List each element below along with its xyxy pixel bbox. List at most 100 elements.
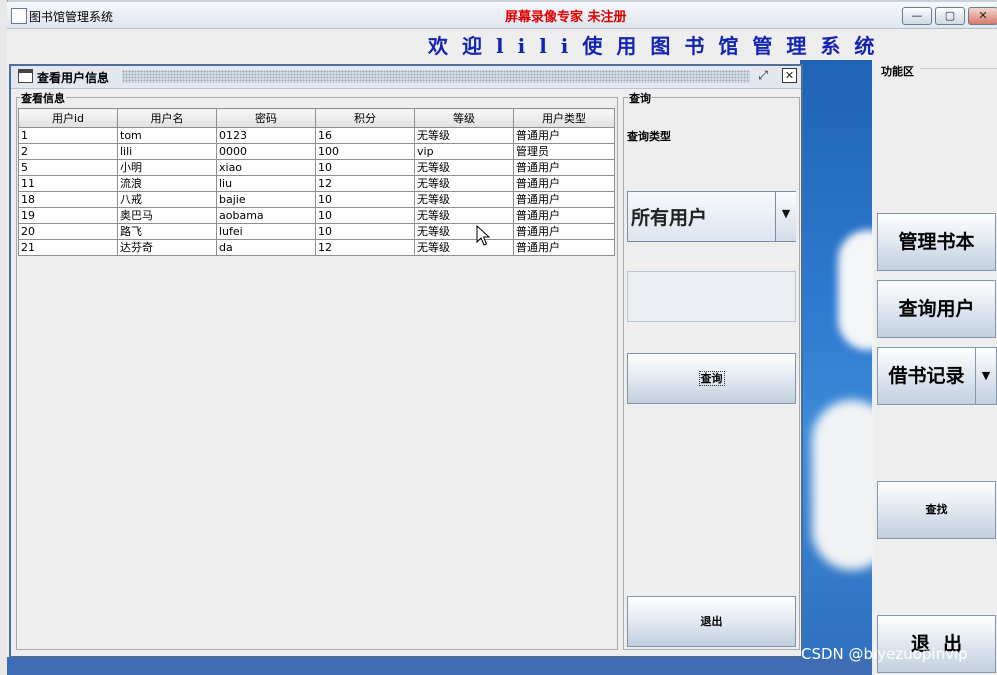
table-cell[interactable]: 10 [316, 208, 415, 224]
table-cell[interactable]: bajie [217, 192, 316, 208]
table-cell[interactable]: 无等级 [415, 224, 514, 240]
table-cell[interactable]: aobama [217, 208, 316, 224]
user-table[interactable]: 用户id 用户名 密码 积分 等级 用户类型 1tom012316无等级普通用户… [18, 108, 615, 256]
mouse-cursor-icon [476, 225, 490, 247]
table-row[interactable]: 11流浪liu12无等级普通用户 [19, 176, 615, 192]
table-cell[interactable]: 无等级 [415, 192, 514, 208]
close-icon[interactable]: ✕ [782, 68, 797, 83]
desktop-bottom-band [7, 657, 872, 675]
table-cell[interactable]: da [217, 240, 316, 256]
table-cell[interactable]: 11 [19, 176, 118, 192]
table-cell[interactable]: 普通用户 [514, 208, 615, 224]
table-cell[interactable]: 16 [316, 128, 415, 144]
table-cell[interactable]: 普通用户 [514, 160, 615, 176]
table-cell[interactable]: 普通用户 [514, 224, 615, 240]
column-header[interactable]: 等级 [415, 109, 514, 128]
table-cell[interactable]: 普通用户 [514, 192, 615, 208]
table-cell[interactable]: 19 [19, 208, 118, 224]
column-header[interactable]: 密码 [217, 109, 316, 128]
window-titlebar[interactable]: 图书馆管理系统 屏幕录像专家 未注册 — ▢ ✕ [7, 2, 997, 29]
column-header[interactable]: 用户名 [118, 109, 217, 128]
table-cell[interactable]: 奥巴马 [118, 208, 217, 224]
table-row[interactable]: 18八戒bajie10无等级普通用户 [19, 192, 615, 208]
table-row[interactable]: 19奥巴马aobama10无等级普通用户 [19, 208, 615, 224]
table-cell[interactable]: 0123 [217, 128, 316, 144]
table-cell[interactable]: 八戒 [118, 192, 217, 208]
divider [920, 68, 997, 69]
query-group-label: 查询 [628, 90, 652, 106]
table-cell[interactable]: 20 [19, 224, 118, 240]
table-header-row: 用户id 用户名 密码 积分 等级 用户类型 [19, 109, 615, 128]
table-cell[interactable]: 12 [316, 176, 415, 192]
desktop-background [800, 60, 872, 675]
table-row[interactable]: 20路飞lufei10无等级普通用户 [19, 224, 615, 240]
table-cell[interactable]: 无等级 [415, 240, 514, 256]
table-cell[interactable]: 达芬奇 [118, 240, 217, 256]
table-cell[interactable]: 0000 [217, 144, 316, 160]
query-button-label: 查询 [699, 371, 725, 386]
table-cell[interactable]: 10 [316, 224, 415, 240]
table-cell[interactable]: lufei [217, 224, 316, 240]
table-cell[interactable]: 12 [316, 240, 415, 256]
query-users-button[interactable]: 查询用户 [877, 280, 996, 338]
table-row[interactable]: 21达芬奇da12无等级普通用户 [19, 240, 615, 256]
table-cell[interactable]: 无等级 [415, 128, 514, 144]
close-icon: ✕ [969, 8, 997, 24]
column-header[interactable]: 用户id [19, 109, 118, 128]
table-cell[interactable]: liu [217, 176, 316, 192]
close-button[interactable]: ✕ [968, 7, 997, 25]
exit-button[interactable]: 退出 [627, 596, 796, 647]
table-cell[interactable]: 无等级 [415, 160, 514, 176]
table-cell[interactable]: 路飞 [118, 224, 217, 240]
find-button[interactable]: 查找 [877, 481, 996, 539]
chevron-down-icon[interactable]: ▼ [975, 347, 997, 405]
query-button[interactable]: 查询 [627, 353, 796, 404]
restore-icon[interactable]: ⤢ [756, 68, 770, 82]
user-type-selected: 所有用户 [631, 203, 707, 230]
table-cell[interactable]: vip [415, 144, 514, 160]
column-header[interactable]: 用户类型 [514, 109, 615, 128]
frame-icon-bar [19, 70, 32, 73]
table-cell[interactable]: 100 [316, 144, 415, 160]
table-cell[interactable]: 普通用户 [514, 128, 615, 144]
table-cell[interactable]: xiao [217, 160, 316, 176]
csdn-watermark: CSDN @biyezuopinvip [801, 645, 968, 663]
welcome-banner: 欢迎lili使用图书馆管理系统 [428, 30, 888, 59]
table-cell[interactable]: 普通用户 [514, 176, 615, 192]
table-row[interactable]: 1tom012316无等级普通用户 [19, 128, 615, 144]
table-cell[interactable]: 流浪 [118, 176, 217, 192]
minimize-icon: — [903, 8, 931, 24]
table-cell[interactable]: 10 [316, 160, 415, 176]
maximize-icon: ▢ [936, 8, 964, 24]
manage-books-button[interactable]: 管理书本 [877, 213, 996, 271]
chevron-down-icon: ▼ [776, 207, 796, 220]
combo-dropdown-button[interactable]: ▼ [775, 192, 796, 241]
table-row[interactable]: 5小明xiao10无等级普通用户 [19, 160, 615, 176]
table-cell[interactable]: 18 [19, 192, 118, 208]
table-cell[interactable]: 5 [19, 160, 118, 176]
view-info-label: 查看信息 [20, 90, 66, 106]
table-cell[interactable]: 管理员 [514, 144, 615, 160]
function-panel-label: 功能区 [881, 63, 914, 79]
table-cell[interactable]: 无等级 [415, 176, 514, 192]
table-cell[interactable]: 小明 [118, 160, 217, 176]
borrow-records-combo[interactable]: 借书记录 [877, 347, 976, 405]
table-cell[interactable]: tom [118, 128, 217, 144]
exit-app-button[interactable]: 退 出 [877, 615, 996, 673]
recorder-watermark: 屏幕录像专家 未注册 [505, 6, 627, 25]
table-cell[interactable]: 1 [19, 128, 118, 144]
table-cell[interactable]: 普通用户 [514, 240, 615, 256]
minimize-button[interactable]: — [902, 7, 932, 25]
table-cell[interactable]: lili [118, 144, 217, 160]
query-text-field[interactable] [627, 271, 796, 322]
table-row[interactable]: 2lili0000100vip管理员 [19, 144, 615, 160]
window-title: 图书馆管理系统 [29, 8, 113, 25]
maximize-button[interactable]: ▢ [935, 7, 965, 25]
table-cell[interactable]: 无等级 [415, 208, 514, 224]
column-header[interactable]: 积分 [316, 109, 415, 128]
table-cell[interactable]: 10 [316, 192, 415, 208]
frame-title: 查看用户信息 [37, 69, 109, 86]
table-cell[interactable]: 21 [19, 240, 118, 256]
query-type-label: 查询类型 [627, 128, 671, 144]
table-cell[interactable]: 2 [19, 144, 118, 160]
